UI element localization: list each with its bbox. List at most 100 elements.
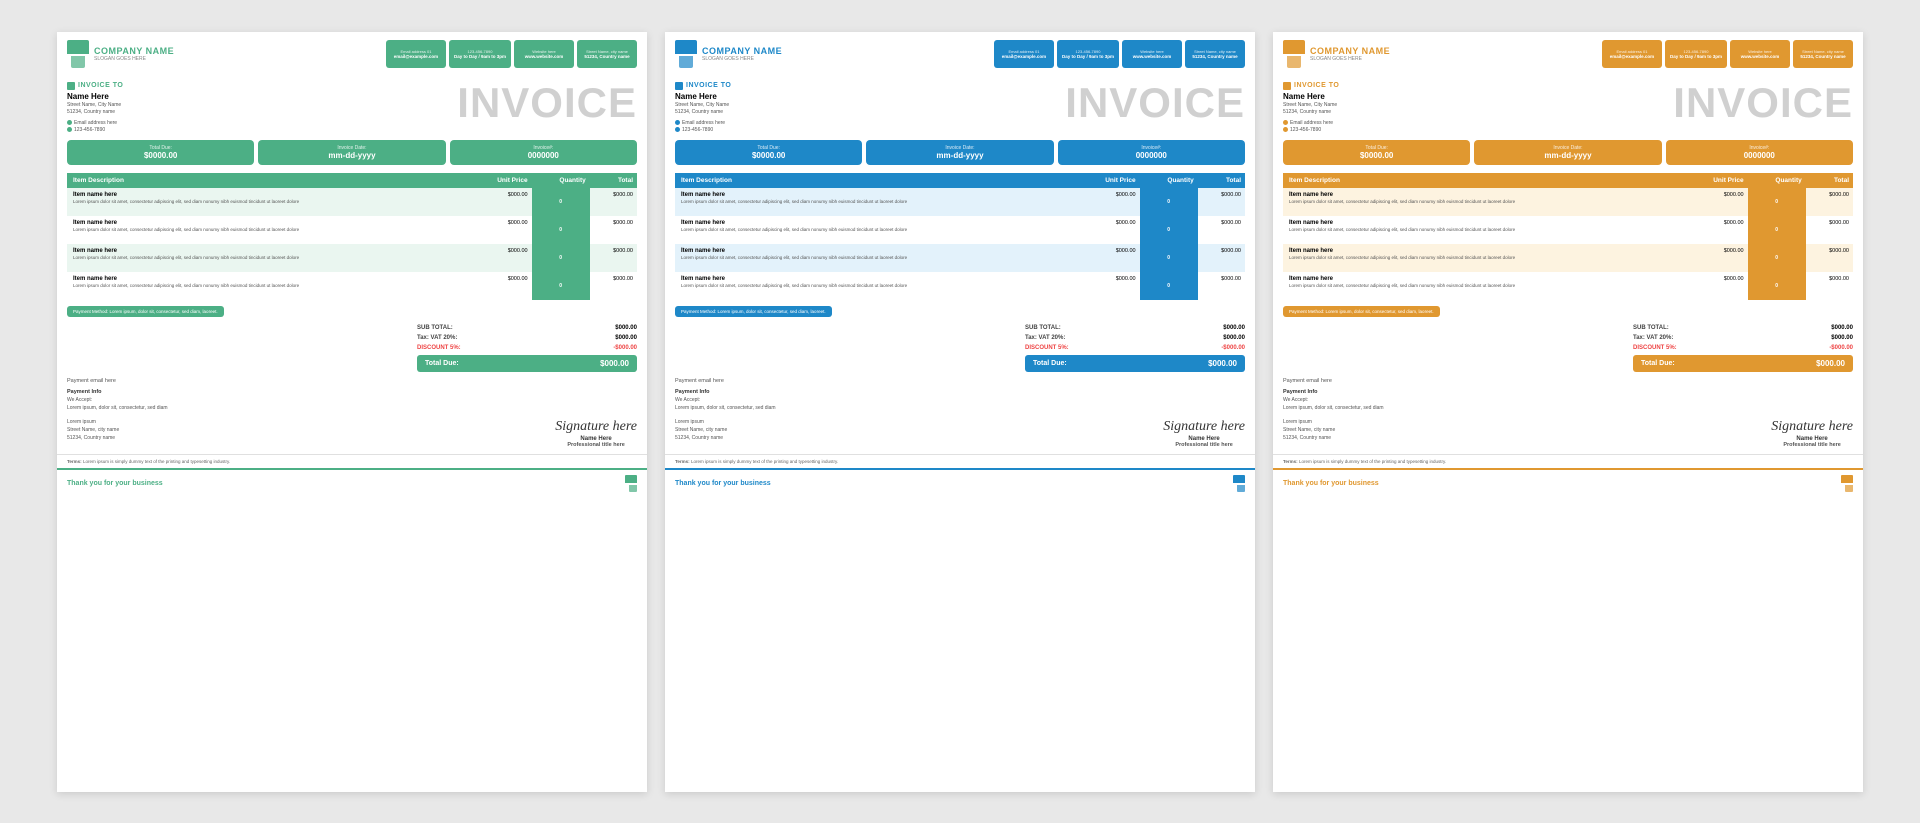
invoice-footer: Thank you for your business: [665, 468, 1255, 497]
col-header-quantity: Quantity: [1748, 173, 1806, 188]
payment-detail: Lorem ipsum, dolor sit, consectetur, sed…: [1283, 405, 1384, 411]
item-qty-cell: 0: [1140, 188, 1198, 216]
footer-logo-bottom: [629, 485, 637, 492]
client-phone: 123-456-7890: [1290, 127, 1321, 133]
total-due-label: Total Due:: [1289, 145, 1464, 151]
client-phone: 123-456-7890: [682, 127, 713, 133]
header-info-box-3: Street Name, city name 51234, Country na…: [1185, 40, 1245, 68]
signature-section: Signature here Name Here Professional ti…: [555, 419, 637, 448]
invoice-num-box: Invoice#: 0000000: [450, 140, 637, 165]
invoice-to-icon: [67, 82, 75, 90]
invoice-title: INVOICE: [207, 82, 637, 124]
signature-text: Signature here: [555, 419, 637, 435]
invoice-header: COMPANY NAME SLOGAN GOES HERE Email addr…: [665, 32, 1255, 76]
totals-section: SUB TOTAL: $000.00 Tax: VAT 20%: $000.00…: [67, 323, 637, 372]
invoice-to-text: INVOICE TO: [1294, 82, 1339, 89]
payment-info-label: Payment Info: [1283, 389, 1318, 395]
payment-info-label: Payment Info: [67, 389, 102, 395]
address-bottom: Lorem ipsumStreet Name, city name51234, …: [67, 418, 119, 442]
total-due-value: $0000.00: [73, 151, 248, 160]
qty-inner: 0: [532, 272, 590, 300]
header-info-boxes: Email address 01 email@example.com 123-4…: [791, 40, 1245, 68]
invoice-num-box: Invoice#: 0000000: [1058, 140, 1245, 165]
item-description-cell: Item name here Lorem ipsum dolor sit ame…: [67, 272, 467, 300]
signature-text: Signature here: [1771, 419, 1853, 435]
subtotal-label: SUB TOTAL:: [1633, 325, 1669, 331]
info-box-label: Street Name, city name: [1194, 49, 1236, 54]
header-info-box-0: Email address 01 email@example.com: [386, 40, 446, 68]
tax-label: Tax: VAT 20%:: [1633, 335, 1673, 341]
footer-logo: [625, 475, 637, 492]
invoice-to-icon: [1283, 82, 1291, 90]
item-name: Item name here: [1289, 220, 1679, 226]
item-total-cell: $000.00: [1198, 216, 1245, 244]
terms-text: Lorem ipsum is simply dummy text of the …: [1299, 459, 1446, 464]
info-box-value: 51234, Country name: [584, 54, 629, 59]
payment-info: Payment Info We Accept: Lorem ipsum, dol…: [1283, 388, 1853, 413]
header-info-box-2: Website here www.website.com: [1122, 40, 1182, 68]
table-body: Item name here Lorem ipsum dolor sit ame…: [675, 188, 1245, 300]
signatory-title: Professional title here: [555, 442, 637, 448]
discount-label: DISCOUNT 5%:: [417, 345, 461, 351]
payment-email: Payment email here: [1283, 378, 1853, 384]
terms-label: Terms:: [1283, 459, 1298, 464]
phone-icon: [675, 127, 680, 132]
payment-method-bar: Payment Method: Lorem ipsum, dolor sit, …: [1283, 306, 1440, 317]
item-desc: Lorem ipsum dolor sit amet, consectetur …: [73, 255, 463, 261]
invoice-num-label: Invoice#:: [1064, 145, 1239, 151]
total-due-box: Total Due: $0000.00: [675, 140, 862, 165]
invoice-title: INVOICE: [1423, 82, 1853, 124]
client-name: Name Here: [1283, 92, 1423, 101]
info-box-value: email@example.com: [394, 54, 438, 59]
client-address: Street Name, City Name51234, Country nam…: [67, 102, 207, 117]
payment-email: Payment email here: [67, 378, 637, 384]
col-header-description: Item Description: [67, 173, 467, 188]
email-row: Email address here: [1283, 120, 1423, 126]
item-name: Item name here: [681, 220, 1071, 226]
info-box-value: 51234, Country name: [1192, 54, 1237, 59]
invoice-to-section: INVOICE TO Name Here Street Name, City N…: [1283, 82, 1853, 134]
header-info-box-1: 123-456-7890 Day to Day / 9am to 3pm: [1665, 40, 1727, 68]
table-header-row: Item Description Unit Price Quantity Tot…: [1283, 173, 1853, 188]
info-box-value: www.website.com: [1133, 54, 1172, 59]
item-description-cell: Item name here Lorem ipsum dolor sit ame…: [67, 188, 467, 216]
tax-label: Tax: VAT 20%:: [1025, 335, 1065, 341]
discount-row: DISCOUNT 5%: -$000.00: [417, 343, 637, 353]
header-info-box-2: Website here www.website.com: [514, 40, 574, 68]
subtotal-value: $000.00: [1831, 325, 1853, 331]
col-header-quantity: Quantity: [532, 173, 590, 188]
total-due-bar-label: Total Due:: [1033, 360, 1067, 367]
info-box-label: Street Name, city name: [586, 49, 628, 54]
terms-label: Terms:: [675, 459, 690, 464]
table-row: Item name here Lorem ipsum dolor sit ame…: [675, 244, 1245, 272]
tax-row: Tax: VAT 20%: $000.00: [1633, 333, 1853, 343]
phone-row: 123-456-7890: [67, 127, 207, 133]
info-box-label: 123-456-7890: [1684, 49, 1709, 54]
item-description-cell: Item name here Lorem ipsum dolor sit ame…: [675, 272, 1075, 300]
invoice-card-orange: COMPANY NAME SLOGAN GOES HERE Email addr…: [1273, 32, 1863, 792]
invoice-num-label: Invoice#:: [456, 145, 631, 151]
info-box-value: 51234, Country name: [1800, 54, 1845, 59]
sig-addr-row: Lorem ipsumStreet Name, city name51234, …: [67, 418, 637, 448]
invoice-date-box: Invoice Date: mm-dd-yyyy: [1474, 140, 1661, 165]
sig-addr-row: Lorem ipsumStreet Name, city name51234, …: [1283, 418, 1853, 448]
qty-inner: 0: [1748, 216, 1806, 244]
total-due-label: Total Due:: [681, 145, 856, 151]
item-qty-cell: 0: [532, 272, 590, 300]
table-row: Item name here Lorem ipsum dolor sit ame…: [1283, 272, 1853, 300]
item-qty-cell: 0: [1140, 272, 1198, 300]
phone-row: 123-456-7890: [675, 127, 815, 133]
client-phone: 123-456-7890: [74, 127, 105, 133]
col-header-total: Total: [590, 173, 637, 188]
item-price-cell: $000.00: [1683, 188, 1748, 216]
invoice-date-box: Invoice Date: mm-dd-yyyy: [258, 140, 445, 165]
company-name: COMPANY NAME: [94, 46, 174, 56]
qty-inner: 0: [1140, 216, 1198, 244]
total-due-bar-value: $000.00: [1816, 359, 1845, 368]
footer-logo-top: [625, 475, 637, 483]
item-price-cell: $000.00: [467, 216, 532, 244]
table-row: Item name here Lorem ipsum dolor sit ame…: [675, 272, 1245, 300]
footer-logo: [1841, 475, 1853, 492]
total-due-bar: Total Due: $000.00: [417, 355, 637, 372]
summary-boxes: Total Due: $0000.00 Invoice Date: mm-dd-…: [675, 140, 1245, 165]
